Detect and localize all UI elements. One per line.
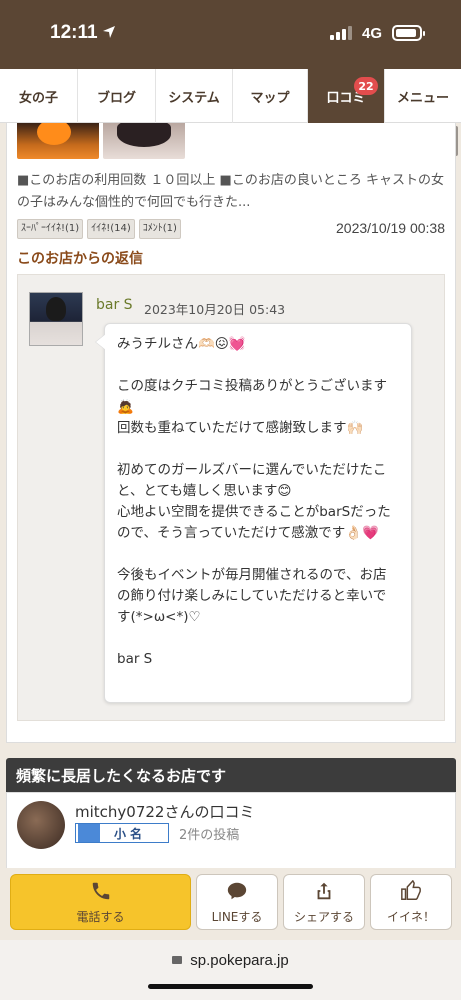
url-text[interactable]: sp.pokepara.jp	[190, 952, 288, 969]
status-bar: 12:11 4G	[0, 0, 461, 69]
tab-reviews[interactable]: 口コミ 22	[308, 69, 385, 123]
browser-url-bar[interactable]: sp.pokepara.jp	[0, 940, 461, 1000]
network-type: 4G	[362, 25, 383, 42]
tab-label: 女の子	[18, 90, 58, 106]
reaction-tags: ｽｰﾊﾟｰｲｲﾈ!(1) ｲｲﾈ!(14) ｺﾒﾝﾄ(1)	[17, 219, 181, 239]
reply-message: みうチルさん🫶🏻😖💓 この度はクチコミ投稿ありがとうございます🙇 回数も重ねてい…	[117, 336, 391, 667]
share-label: シェアする	[293, 909, 354, 924]
shop-avatar	[29, 292, 83, 346]
tab-label: マップ	[250, 90, 290, 106]
clock: 12:11	[50, 22, 98, 43]
post-count: 2件の投稿	[179, 828, 240, 843]
cellular-signal-icon	[330, 26, 352, 40]
home-indicator	[148, 984, 313, 989]
tab-label: システム	[168, 90, 220, 106]
action-bar: 電話する LINEする シェアする イイネ！	[0, 868, 461, 940]
share-button[interactable]: シェアする	[283, 874, 365, 930]
review-photo[interactable]	[17, 123, 99, 159]
lock-icon	[172, 956, 183, 964]
comment-tag: ｺﾒﾝﾄ(1)	[138, 219, 181, 239]
review-count-badge: 22	[354, 77, 378, 95]
shop-name: bar S	[96, 297, 133, 313]
rank-icon	[78, 824, 100, 842]
like-button[interactable]: イイネ！	[370, 874, 452, 930]
tab-label: メニュー	[396, 90, 449, 106]
reviewer-name[interactable]: mitchy0722さんの口コミ	[75, 801, 254, 822]
line-button[interactable]: LINEする	[196, 874, 278, 930]
like-tag: ｲｲﾈ!(14)	[87, 219, 135, 239]
shop-reply-heading: このお店からの返信	[17, 251, 143, 267]
thumbs-up-icon	[401, 879, 421, 900]
shop-reply: bar S 2023年10月20日 05:43 みうチルさん🫶🏻😖💓 この度はク…	[17, 274, 445, 721]
reply-bubble: みうチルさん🫶🏻😖💓 この度はクチコミ投稿ありがとうございます🙇 回数も重ねてい…	[95, 323, 412, 703]
top-nav: 女の子 ブログ システム マップ 口コミ 22 メニュー	[0, 69, 461, 123]
tab-system[interactable]: システム	[156, 69, 233, 123]
call-label: 電話する	[76, 909, 125, 924]
battery-icon	[392, 25, 425, 41]
tab-girls[interactable]: 女の子	[0, 69, 78, 123]
review-title[interactable]: 頻繁に長居したくなるお店です	[6, 758, 456, 792]
chat-bubble-icon	[227, 882, 247, 899]
review-date: 2023/10/19 00:38	[336, 220, 445, 236]
review-excerpt[interactable]: ■このお店の利用回数 １０回以上 ■このお店の良いところ キャストの女の子はみん…	[17, 170, 447, 214]
line-label: LINEする	[211, 909, 263, 924]
reply-date: 2023年10月20日 05:43	[144, 302, 286, 317]
tab-label: ブログ	[96, 90, 136, 106]
tab-blog[interactable]: ブログ	[78, 69, 156, 123]
review-card: ■このお店の利用回数 １０回以上 ■このお店の良いところ キャストの女の子はみん…	[6, 123, 456, 743]
location-arrow-icon	[103, 26, 115, 38]
phone-icon	[92, 882, 109, 899]
rank-label: 小名	[114, 826, 147, 841]
tab-menu[interactable]: メニュー	[385, 69, 461, 123]
review-photo[interactable]	[103, 123, 185, 159]
rank-badge: 小名	[75, 823, 169, 843]
like-label: イイネ！	[386, 909, 435, 924]
reviewer-card[interactable]: mitchy0722さんの口コミ 小名 2件の投稿	[6, 792, 456, 872]
call-button[interactable]: 電話する	[10, 874, 191, 930]
tab-map[interactable]: マップ	[233, 69, 308, 123]
avatar	[17, 801, 65, 849]
super-like-tag: ｽｰﾊﾟｰｲｲﾈ!(1)	[17, 219, 84, 239]
share-icon	[317, 882, 331, 899]
